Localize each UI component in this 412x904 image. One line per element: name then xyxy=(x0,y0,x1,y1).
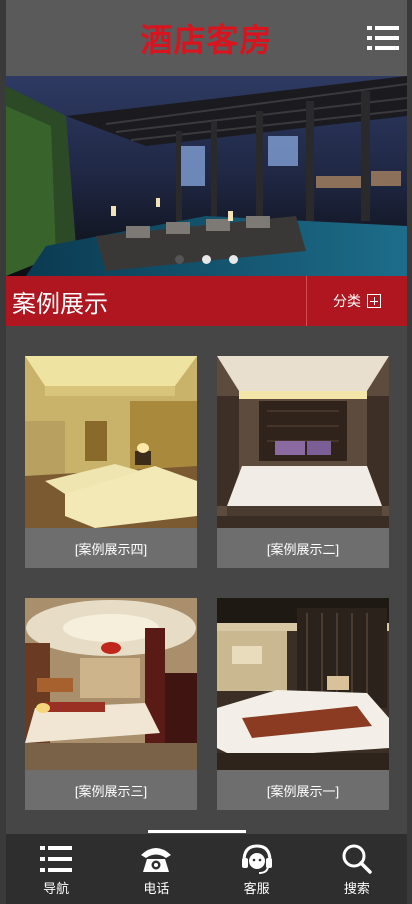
search-icon xyxy=(342,844,372,874)
section-header: 案例展示 分类 xyxy=(6,276,407,326)
case-caption[interactable]: [案例展示四] xyxy=(25,528,197,568)
case-image[interactable] xyxy=(25,598,197,770)
case-card[interactable]: [案例展示一] xyxy=(217,598,389,810)
case-grid: [案例展示四] [案例展示二] [案例展示三] [案例展示一] xyxy=(6,326,407,834)
category-button[interactable]: 分类 xyxy=(307,276,407,326)
bottom-nav: 导航 电话 客服 搜索 xyxy=(6,834,407,904)
nav-indicator xyxy=(148,830,246,833)
section-title: 案例展示 xyxy=(12,290,108,318)
slide-dot[interactable] xyxy=(202,255,211,264)
case-caption[interactable]: [案例展示一] xyxy=(217,770,389,810)
slide-indicators xyxy=(6,255,407,264)
phone-icon xyxy=(141,848,172,872)
case-card[interactable]: [案例展示四] xyxy=(25,356,197,568)
nav-item-service[interactable]: 客服 xyxy=(207,834,307,904)
nav-label: 电话 xyxy=(143,881,170,896)
case-card[interactable]: [案例展示二] xyxy=(217,356,389,568)
nav-item-navigation[interactable]: 导航 xyxy=(6,834,106,904)
list-icon xyxy=(40,846,73,872)
case-caption[interactable]: [案例展示二] xyxy=(217,528,389,568)
case-image[interactable] xyxy=(25,356,197,528)
site-header: 酒店客房 xyxy=(6,0,407,76)
slide-dot[interactable] xyxy=(175,255,184,264)
banner-image xyxy=(6,76,407,276)
slide-dot[interactable] xyxy=(229,255,238,264)
nav-label: 客服 xyxy=(243,881,270,896)
nav-item-search[interactable]: 搜索 xyxy=(307,834,407,904)
site-logo[interactable]: 酒店客房 xyxy=(140,15,272,61)
hero-banner[interactable] xyxy=(6,76,407,276)
headset-icon xyxy=(241,844,272,874)
nav-label: 导航 xyxy=(43,881,70,896)
nav-item-phone[interactable]: 电话 xyxy=(106,834,206,904)
menu-list-icon[interactable] xyxy=(367,24,399,52)
page-frame: 酒店客房 案例展示 分类 [案例展示四] [案例展示二] [案例展示三] [案例… xyxy=(6,0,407,904)
case-image[interactable] xyxy=(217,356,389,528)
case-card[interactable]: [案例展示三] xyxy=(25,598,197,810)
plus-box-icon xyxy=(367,294,381,308)
category-label: 分类 xyxy=(333,293,361,309)
nav-label: 搜索 xyxy=(343,881,370,896)
case-caption[interactable]: [案例展示三] xyxy=(25,770,197,810)
case-image[interactable] xyxy=(217,598,389,770)
